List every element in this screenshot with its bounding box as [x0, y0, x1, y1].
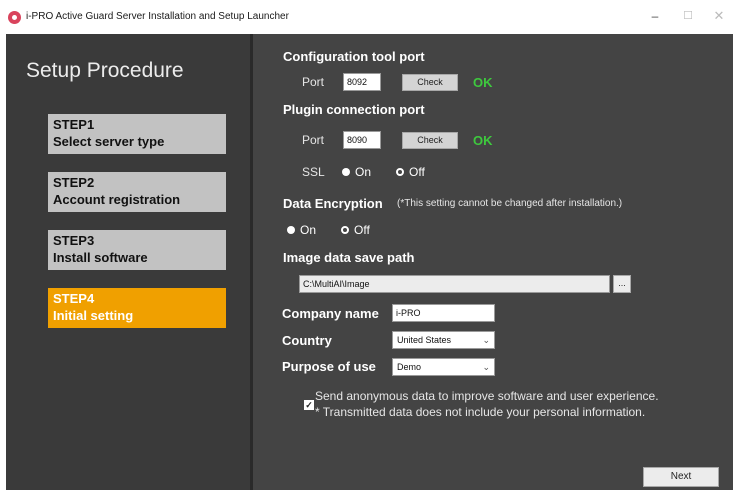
plugin-port-input[interactable]: 8090: [343, 131, 381, 149]
encryption-off-label: Off: [354, 223, 370, 237]
main-panel: Configuration tool port Port 8092 Check …: [253, 34, 733, 490]
plugin-port-heading: Plugin connection port: [283, 102, 425, 117]
image-path-heading: Image data save path: [283, 250, 415, 265]
step-number: STEP2: [53, 175, 95, 190]
purpose-label: Purpose of use: [282, 359, 376, 374]
encryption-note: (*This setting cannot be changed after i…: [397, 198, 623, 209]
encryption-off-radio[interactable]: Off: [341, 223, 370, 237]
radio-selected-icon: [342, 168, 350, 176]
ipro-logo-icon: [8, 11, 21, 24]
next-button[interactable]: Next: [643, 467, 719, 487]
purpose-select[interactable]: Demo ⌄: [392, 358, 495, 376]
ssl-on-radio[interactable]: On: [342, 165, 371, 179]
consent-line-2: * Transmitted data does not include your…: [315, 405, 646, 419]
purpose-value: Demo: [397, 362, 422, 372]
plugin-port-label: Port: [302, 133, 325, 147]
step-3: STEP3 Install software: [48, 230, 226, 270]
step-label: Initial setting: [53, 308, 134, 323]
encryption-on-label: On: [300, 223, 317, 237]
step-label: Account registration: [53, 192, 181, 207]
plugin-port-check-button[interactable]: Check: [402, 132, 458, 149]
sidebar-title: Setup Procedure: [26, 59, 184, 82]
radio-selected-icon: [287, 226, 295, 234]
country-value: United States: [397, 335, 452, 345]
step-4: STEP4 Initial setting: [48, 288, 226, 328]
step-number: STEP1: [53, 117, 95, 132]
ssl-label: SSL: [302, 165, 325, 179]
radio-unselected-icon: [396, 168, 404, 176]
encryption-heading: Data Encryption: [283, 196, 383, 211]
step-2: STEP2 Account registration: [48, 172, 226, 212]
step-label: Install software: [53, 250, 148, 265]
maximize-button[interactable]: ☐: [673, 4, 703, 28]
step-label: Select server type: [53, 134, 165, 149]
ssl-on-label: On: [355, 165, 372, 179]
config-port-check-button[interactable]: Check: [402, 74, 458, 91]
config-port-input[interactable]: 8092: [343, 73, 381, 91]
step-1: STEP1 Select server type: [48, 114, 226, 154]
browse-button[interactable]: ...: [613, 275, 631, 293]
step-number: STEP4: [53, 291, 95, 306]
close-button[interactable]: ✕: [704, 4, 733, 28]
country-select[interactable]: United States ⌄: [392, 331, 495, 349]
minimize-button[interactable]: –: [640, 4, 670, 28]
consent-checkbox[interactable]: ✓: [304, 400, 314, 410]
sidebar: Setup Procedure STEP1 Select server type…: [6, 34, 250, 490]
config-port-heading: Configuration tool port: [283, 49, 425, 64]
step-number: STEP3: [53, 233, 95, 248]
ssl-off-label: Off: [409, 165, 425, 179]
image-path-input[interactable]: C:\MultiAI\Image: [299, 275, 610, 293]
company-label: Company name: [282, 306, 379, 321]
config-port-status: OK: [473, 75, 493, 90]
chevron-down-icon: ⌄: [482, 335, 490, 345]
consent-line-1: Send anonymous data to improve software …: [315, 389, 659, 403]
encryption-on-radio[interactable]: On: [287, 223, 316, 237]
consent-text: Send anonymous data to improve software …: [315, 388, 659, 420]
plugin-port-status: OK: [473, 133, 493, 148]
company-name-input[interactable]: i-PRO: [392, 304, 495, 322]
window-title: i-PRO Active Guard Server Installation a…: [26, 11, 289, 22]
radio-unselected-icon: [341, 226, 349, 234]
country-label: Country: [282, 333, 332, 348]
ssl-off-radio[interactable]: Off: [396, 165, 425, 179]
title-bar: i-PRO Active Guard Server Installation a…: [0, 0, 733, 34]
config-port-label: Port: [302, 75, 325, 89]
chevron-down-icon: ⌄: [482, 362, 490, 372]
